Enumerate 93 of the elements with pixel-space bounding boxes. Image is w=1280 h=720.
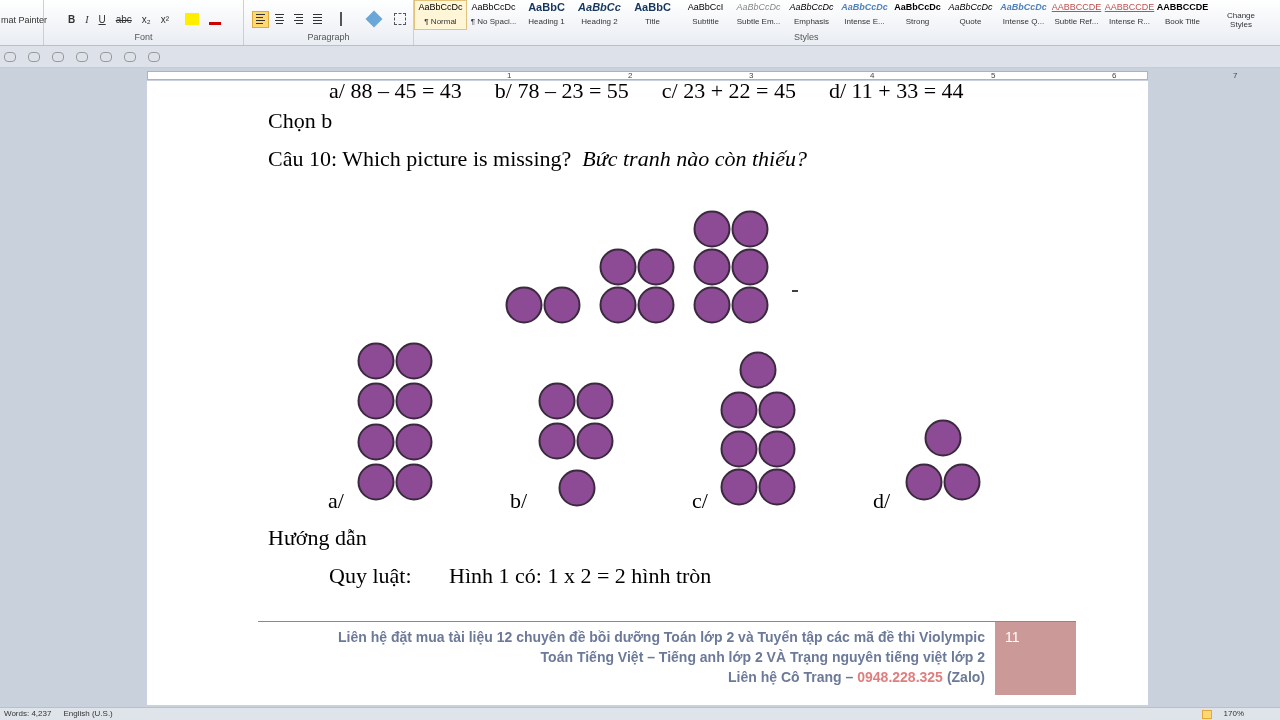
equation-tool-icon[interactable]	[4, 51, 16, 62]
style-gallery-item[interactable]: AaBbC Title	[626, 0, 679, 30]
question-text: Câu 10: Which picture is missing? Bức tranh nào còn thiếu?	[268, 145, 808, 173]
style-gallery-item[interactable]: AABBCCDE Subtle Ref...	[1050, 0, 1103, 30]
rule-text: Hình 1 có: 1 x 2 = 2 hình tròn	[449, 562, 712, 590]
ruler-number: 1	[507, 70, 512, 82]
font-format-button[interactable]: B	[65, 11, 78, 27]
footer-text: Toán Tiếng Việt – Tiếng anh lớp 2 VÀ Trạng nguyên tiếng việt lớp 2	[540, 648, 985, 667]
font-format-button[interactable]: x₂	[139, 11, 153, 27]
style-name: Emphasis	[793, 16, 830, 28]
rule-label: Quy luật:	[329, 562, 413, 590]
equation-tool-icon[interactable]	[100, 51, 112, 62]
style-gallery-item[interactable]: AABBCCDE Book Title	[1156, 0, 1209, 30]
style-sample: AaBbCcDc	[1000, 1, 1047, 14]
print-layout-icon[interactable]	[1201, 709, 1212, 719]
zoom-level[interactable]: 170%	[1223, 708, 1244, 720]
font-format-button[interactable]: U	[96, 11, 108, 27]
style-name: Strong	[905, 16, 930, 28]
style-gallery-item[interactable]: AaBbC Heading 1	[520, 0, 573, 30]
ruler-number: 3	[749, 70, 754, 82]
equation-tool-icon[interactable]	[124, 51, 136, 62]
equation-tool-icon[interactable]	[148, 51, 160, 62]
group-label: Styles	[793, 30, 820, 44]
style-gallery-item[interactable]: AaBbCcDc Strong	[891, 0, 944, 30]
dash-mark	[791, 290, 799, 292]
equation-options-text: a/ 88 – 45 = 43 b/ 78 – 23 = 55 c/ 23 + 22 = 45 d/ 11 + 33 = 44	[328, 81, 965, 101]
style-name: Book Title	[1164, 16, 1201, 28]
footer-text: (Zalo)	[946, 668, 985, 687]
align-button[interactable]	[251, 10, 269, 28]
section-heading: Hướng dẫn	[268, 524, 368, 552]
style-gallery-item[interactable]: AaBbCc Heading 2	[573, 0, 626, 30]
highlight-icon[interactable]	[185, 13, 200, 25]
style-gallery-item[interactable]: AaBbCcDc ¶ Normal	[414, 0, 467, 30]
option-label: a/	[328, 489, 344, 513]
style-sample: AABBCCDE	[1051, 1, 1102, 14]
borders-icon[interactable]	[393, 13, 406, 25]
style-name: Intense R...	[1109, 16, 1150, 28]
style-gallery-item[interactable]: AaBbCcI Subtitle	[679, 0, 732, 30]
style-name: Subtle Ref...	[1054, 16, 1099, 28]
change-styles-button[interactable]: Change Styles	[1223, 0, 1259, 30]
option-label: b/	[510, 489, 528, 513]
answer-text: Chọn b	[268, 107, 334, 135]
equation-tool-icon[interactable]	[28, 51, 40, 62]
footer-text: Liên hệ đặt mua tài liệu 12 chuyên đề bồi dưỡng Toán lớp 2 và Tuyển tập các mã đề thi Violympic	[338, 628, 985, 647]
footer-text: Liên hệ Cô Trang –	[728, 668, 854, 687]
style-sample: AaBbC	[528, 1, 565, 14]
ruler-number: 5	[991, 70, 996, 82]
font-format-button[interactable]: x²	[158, 11, 172, 27]
style-sample: AaBbCcDc	[948, 1, 993, 14]
style-sample: AaBbC	[634, 1, 671, 14]
style-gallery-item[interactable]: AaBbCcDc Emphasis	[785, 0, 838, 30]
style-sample: AABBCCDE	[1104, 1, 1155, 14]
phone-number: 0948.228.325	[857, 668, 943, 687]
ruler-number: 6	[1112, 70, 1117, 82]
equation-tool-icon[interactable]	[76, 51, 88, 62]
style-sample: AaBbCcI	[687, 1, 724, 14]
style-sample: AaBbCcDc	[736, 1, 781, 14]
style-name: Heading 1	[528, 16, 565, 28]
ruler-number: 2	[628, 70, 633, 82]
group-label: Font	[134, 30, 153, 44]
style-name: ¶ No Spaci...	[470, 16, 517, 28]
style-sample: AaBbCcDc	[789, 1, 834, 14]
option-label: c/	[692, 489, 708, 513]
page-number: 11	[995, 622, 1076, 695]
style-name: Title	[645, 16, 660, 28]
style-sample: AaBbCcDc	[471, 1, 516, 14]
style-gallery-item[interactable]: AABBCCDE Intense R...	[1103, 0, 1156, 30]
equation-tool-icon[interactable]	[52, 51, 64, 62]
group-label: Paragraph	[307, 30, 350, 44]
style-gallery-item[interactable]: AaBbCcDc ¶ No Spaci...	[467, 0, 520, 30]
font-format-button[interactable]: I	[83, 11, 91, 27]
style-sample: AaBbCcDc	[841, 1, 888, 14]
style-gallery-item[interactable]: AaBbCcDc Intense E...	[838, 0, 891, 30]
style-sample: AABBCCDE	[1157, 1, 1208, 14]
style-sample: AaBbCcDc	[894, 1, 941, 14]
style-gallery-item[interactable]: AaBbCcDc Quote	[944, 0, 997, 30]
style-name: Subtitle	[692, 16, 719, 28]
style-name: ¶ Normal	[424, 16, 457, 28]
font-format-button[interactable]: abc	[113, 11, 134, 27]
style-gallery-item[interactable]: AaBbCcDc Intense Q...	[997, 0, 1050, 30]
style-name: Intense Q...	[1002, 16, 1045, 28]
option-label: d/	[873, 489, 891, 513]
word-count[interactable]: Words: 4,237	[4, 708, 52, 720]
style-sample: AaBbCcDc	[418, 1, 463, 14]
style-name: Subtle Em...	[736, 16, 781, 28]
language-indicator[interactable]: English (U.S.)	[63, 708, 113, 720]
ruler-number: 4	[870, 70, 875, 82]
style-name: Heading 2	[581, 16, 618, 28]
style-sample: AaBbCc	[578, 1, 621, 14]
style-name: Quote	[959, 16, 982, 28]
ruler-number: 7	[1233, 70, 1238, 82]
style-name: Intense E...	[844, 16, 885, 28]
style-gallery-item[interactable]: AaBbCcDc Subtle Em...	[732, 0, 785, 30]
